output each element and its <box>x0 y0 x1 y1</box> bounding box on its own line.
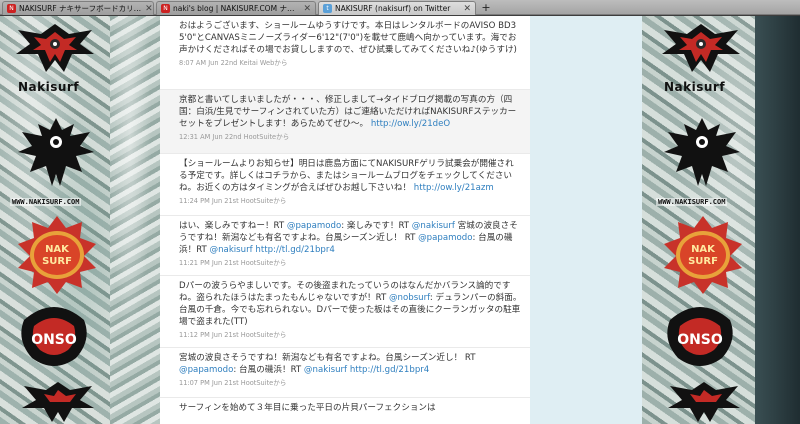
eagle-emblem-icon <box>16 112 96 192</box>
svg-text:ONSO: ONSO <box>31 332 77 348</box>
tweet-item[interactable]: 【ショールームよりお知らせ】明日は鹿島方面にてNAKISURFゲリラ試乗会が開催… <box>160 154 530 216</box>
close-icon[interactable]: ✕ <box>459 4 471 14</box>
orca-emblem-icon-right: ONSO <box>660 300 740 374</box>
thunderbird-totem-icon <box>14 20 96 80</box>
svg-text:NAK: NAK <box>691 244 716 255</box>
tweet-link[interactable]: http://tl.gd/21bpr4 <box>255 245 334 255</box>
tweet-text: サーフィンを始めて３年目に乗った平日の片貝パーフェクションは <box>179 403 436 413</box>
thunderbird-totem-icon-right <box>660 20 742 80</box>
tweet-timestamp[interactable]: 8:07 AM Jun 22nd Keitai Webから <box>179 57 522 67</box>
bird-totem-icon-right <box>666 378 742 424</box>
nakisurf-url-left: WWW.NAKISURF.COM <box>10 198 82 206</box>
tab-title: NAKISURF (nakisurf) on Twitter <box>335 4 451 13</box>
user-mention-link[interactable]: @papamodo <box>179 365 233 375</box>
svg-text:ONSO: ONSO <box>677 332 723 348</box>
twitter-favicon-icon: t <box>323 4 332 13</box>
browser-tab-twitter[interactable]: t NAKISURF (nakisurf) on Twitter ✕ <box>318 1 476 15</box>
user-mention-link[interactable]: @nakisurf <box>210 245 253 255</box>
nakisurf-wordmark-right: Nakisurf <box>664 80 726 94</box>
tweet-text: 【ショールームよりお知らせ】明日は鹿島方面にてNAKISURFゲリラ試乗会が開催… <box>179 159 514 193</box>
twitter-timeline: おはようございます、ショールームゆうすけです。本日はレンタルボードのAVISO … <box>160 16 530 424</box>
tab-title: NAKISURF ナキサーフボードカリ… <box>19 4 142 13</box>
browser-tab-bar: N NAKISURF ナキサーフボードカリ… ✕ N naki's blog |… <box>0 0 800 15</box>
browser-tab-nakisurf-shop[interactable]: N NAKISURF ナキサーフボードカリ… ✕ <box>2 1 154 15</box>
user-mention-link[interactable]: @papamodo <box>287 221 341 231</box>
tweet-text: Dパーの波うらやましいです。その後盗まれたっていうのはなんだかバランス論的ですね… <box>179 281 522 327</box>
user-mention-link[interactable]: @nakisurf <box>412 221 455 231</box>
user-mention-link[interactable]: @nobsurf <box>389 293 430 303</box>
bird-totem-icon <box>20 378 96 424</box>
background-wave-mid <box>110 16 160 424</box>
tweet-text: はい、楽しみですねー！RT @papamodo: 楽しみです！RT @nakis… <box>179 221 518 255</box>
nakisurf-wordmark-left: Nakisurf <box>18 80 80 94</box>
background-dark-strip <box>755 16 800 424</box>
svg-text:NAK: NAK <box>45 244 70 255</box>
nakisurf-badge-icon-right: NAK SURF <box>662 214 744 296</box>
tweet-text: おはようございます、ショールームゆうすけです。本日はレンタルボードのAVISO … <box>179 21 517 55</box>
user-mention-link[interactable]: @nakisurf <box>304 365 347 375</box>
svg-text:SURF: SURF <box>42 256 72 267</box>
tweet-item[interactable]: 京都と書いてしまいましたが・・・、修正しまして→タイドブログ掲載の写真の方（四国… <box>160 90 530 154</box>
background-light-panel <box>530 16 642 424</box>
tweet-item[interactable]: はい、楽しみですねー！RT @papamodo: 楽しみです！RT @nakis… <box>160 216 530 276</box>
orca-emblem-icon: ONSO <box>14 300 94 374</box>
browser-tab-nakis-blog[interactable]: N naki's blog | NAKISURF.COM ナ… ✕ <box>156 1 316 15</box>
tweet-timestamp[interactable]: 11:21 PM Jun 21st HootSuiteから <box>179 257 522 267</box>
nakisurf-favicon-icon: N <box>7 4 16 13</box>
user-mention-link[interactable]: @papamodo <box>418 233 472 243</box>
tweet-item[interactable]: おはようございます、ショールームゆうすけです。本日はレンタルボードのAVISO … <box>160 16 530 90</box>
tweet-timestamp[interactable]: 11:24 PM Jun 21st HootSuiteから <box>179 195 522 205</box>
tweet-text: 宮城の波良さそうですね！新潟なども有名ですよね。台風シーズン近し！ RT @pa… <box>179 353 476 375</box>
tweet-item[interactable]: Dパーの波うらやましいです。その後盗まれたっていうのはなんだかバランス論的ですね… <box>160 276 530 348</box>
tweet-item[interactable]: サーフィンを始めて３年目に乗った平日の片貝パーフェクションは <box>160 398 530 424</box>
tweet-timestamp[interactable]: 11:12 PM Jun 21st HootSuiteから <box>179 329 522 339</box>
tweet-timestamp[interactable]: 12:31 AM Jun 22nd HootSuiteから <box>179 131 522 141</box>
close-icon[interactable]: ✕ <box>299 4 311 14</box>
tweet-link[interactable]: http://ow.ly/21azm <box>414 183 494 193</box>
tweet-link[interactable]: http://ow.ly/21deO <box>371 119 450 129</box>
nakisurf-favicon-icon: N <box>161 4 170 13</box>
tab-title: naki's blog | NAKISURF.COM ナ… <box>173 4 295 13</box>
eagle-emblem-icon-right <box>662 112 742 192</box>
tweet-item[interactable]: 宮城の波良さそうですね！新潟なども有名ですよね。台風シーズン近し！ RT @pa… <box>160 348 530 398</box>
tweet-timestamp[interactable]: 11:07 PM Jun 21st HootSuiteから <box>179 377 522 387</box>
tweet-link[interactable]: http://tl.gd/21bpr4 <box>350 365 429 375</box>
new-tab-button[interactable]: + <box>479 1 493 14</box>
svg-text:SURF: SURF <box>688 256 718 267</box>
tweet-text: 京都と書いてしまいましたが・・・、修正しまして→タイドブログ掲載の写真の方（四国… <box>179 95 517 129</box>
nakisurf-badge-icon: NAK SURF <box>16 214 98 296</box>
nakisurf-url-right: WWW.NAKISURF.COM <box>656 198 728 206</box>
close-icon[interactable]: ✕ <box>141 4 153 14</box>
